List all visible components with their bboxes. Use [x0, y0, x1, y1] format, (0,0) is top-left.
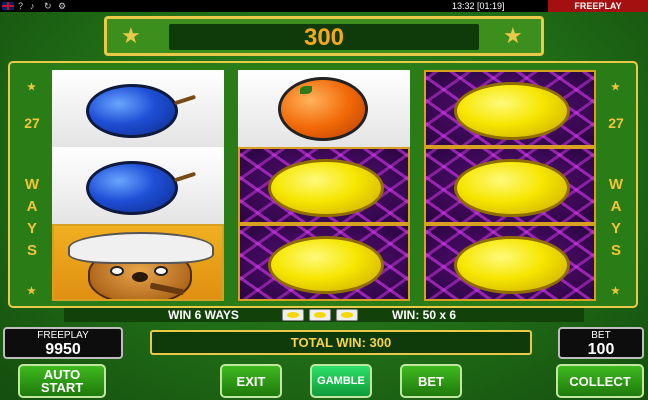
orange-symbol	[238, 70, 410, 147]
win-display-panel: ★ 300 ★	[104, 16, 544, 56]
collect-button[interactable]: COLLECT	[556, 364, 644, 398]
freeplay-mode-tag: FREEPLAY	[548, 0, 648, 12]
freeplay-value: 9950	[45, 341, 81, 358]
lemon-symbol	[238, 147, 410, 224]
clock-display: 13:32 [01:19]	[452, 1, 505, 11]
beaver-wild-symbol	[52, 224, 224, 301]
uk-flag-icon[interactable]	[2, 2, 14, 10]
autostart-button[interactable]: AUTO START	[18, 364, 106, 398]
star-icon: ★	[611, 82, 620, 93]
autostart-label-line2: START	[40, 380, 84, 395]
exit-button[interactable]: EXIT	[220, 364, 282, 398]
help-icon[interactable]: ?	[18, 0, 23, 12]
reel-3	[424, 70, 596, 302]
bet-box: BET 100	[558, 327, 644, 359]
bet-label: BET	[591, 330, 611, 341]
total-win-display: TOTAL WIN: 300	[150, 330, 532, 355]
ways-label-left: ★ 27 WAYS ★	[14, 64, 50, 304]
star-icon: ★	[27, 286, 36, 297]
win-detail-text: WIN: 50 x 6	[392, 308, 457, 322]
status-bar: ? ♪ ↻ ⚙ 13:32 [01:19] FREEPLAY	[0, 0, 648, 12]
win-amount-display: 300	[169, 24, 479, 51]
reel-2	[238, 70, 410, 302]
star-icon: ★	[611, 286, 620, 297]
win-ways-text: WIN 6 WAYS	[168, 308, 239, 322]
history-icon[interactable]: ↻	[44, 0, 52, 12]
lemon-mini-icon	[336, 309, 358, 321]
ways-word: WAYS	[608, 176, 624, 259]
ways-word: WAYS	[24, 176, 40, 259]
lemon-symbol	[424, 224, 596, 301]
lemon-symbol	[238, 224, 410, 301]
gamble-button[interactable]: GAMBLE	[310, 364, 372, 398]
lemon-mini-icon	[282, 309, 304, 321]
star-icon: ★	[121, 23, 141, 48]
star-icon: ★	[503, 23, 523, 48]
freeplay-label: FREEPLAY	[37, 330, 89, 341]
ways-number: 27	[24, 115, 40, 131]
lemon-symbol	[424, 70, 596, 147]
win-symbol-indicator	[282, 309, 362, 321]
bet-value: 100	[587, 341, 615, 358]
star-icon: ★	[27, 82, 36, 93]
reel-1	[52, 70, 224, 302]
ways-number: 27	[608, 115, 624, 131]
ways-label-right: ★ 27 WAYS ★	[598, 64, 634, 304]
lemon-mini-icon	[309, 309, 331, 321]
lemon-symbol	[424, 147, 596, 224]
win-info-bar: WIN 6 WAYS WIN: 50 x 6	[64, 308, 584, 322]
freeplay-balance-box: FREEPLAY 9950	[3, 327, 123, 359]
sound-icon[interactable]: ♪	[30, 0, 35, 12]
bet-button[interactable]: BET	[400, 364, 462, 398]
plum-symbol	[52, 147, 224, 224]
settings-icon[interactable]: ⚙	[58, 0, 66, 12]
plum-symbol	[52, 70, 224, 147]
